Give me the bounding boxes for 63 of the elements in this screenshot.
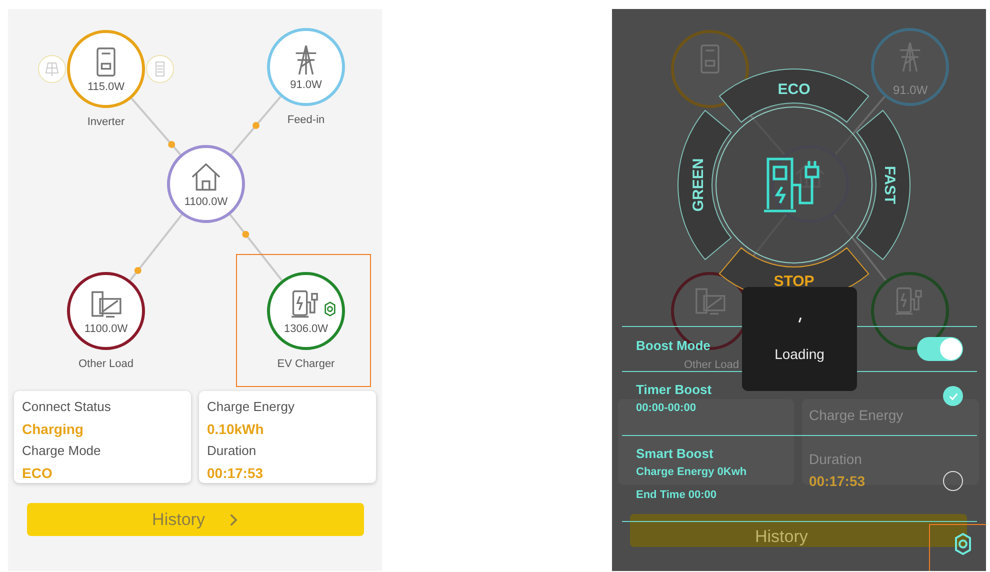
flow-dot xyxy=(134,267,142,274)
power-value: 1100.0W xyxy=(184,196,228,208)
history-button[interactable] xyxy=(630,514,967,547)
field-value: 0.10kWh xyxy=(207,420,265,439)
solar-panel-icon xyxy=(38,55,66,83)
ev-charger-icon xyxy=(896,288,922,314)
node-label: Feed-in xyxy=(286,114,326,126)
flow-dot xyxy=(252,122,260,129)
flow-dot xyxy=(168,140,176,148)
power-value: 1100.0W xyxy=(84,323,128,335)
field-value: 00:17:53 xyxy=(207,464,264,483)
field-value: 00:17:53 xyxy=(809,473,866,489)
flow-dot xyxy=(242,230,250,238)
inverter-icon xyxy=(702,45,718,73)
radio-button[interactable] xyxy=(943,471,963,491)
settings-icon[interactable] xyxy=(322,301,338,317)
check-circle[interactable] xyxy=(943,386,963,406)
loading-text: Loading xyxy=(774,346,824,362)
mode-segment[interactable]: GREEN xyxy=(678,110,732,260)
appliance-icon xyxy=(696,289,724,314)
power-value: 115.0W xyxy=(87,81,125,93)
power-value: 91.0W xyxy=(290,79,322,91)
node-label: EV Charger xyxy=(276,358,336,370)
field-label: Charge Mode xyxy=(22,442,102,460)
field-label: Duration xyxy=(207,442,258,460)
power-pylon-icon xyxy=(900,42,920,72)
field-label: Charge Energy xyxy=(809,407,904,423)
mode-segment[interactable]: FAST xyxy=(856,110,910,260)
power-value: 1306.0W xyxy=(284,323,328,335)
option-title: Smart Boost xyxy=(636,446,714,461)
flow-line xyxy=(834,96,886,155)
field-label: Duration xyxy=(809,451,862,467)
node-label: Other Load xyxy=(684,359,740,371)
node-label: Inverter xyxy=(86,116,126,128)
flow-line xyxy=(230,96,282,155)
battery-icon xyxy=(146,55,174,83)
power-value: 91.0W xyxy=(893,83,928,97)
field-label: Connect Status xyxy=(22,398,112,416)
ev-charger-icon xyxy=(762,158,820,212)
history-label: History xyxy=(755,527,808,547)
energy-node[interactable]: 91.0W xyxy=(267,28,345,106)
flow-line xyxy=(833,214,887,281)
option-title: Timer Boost xyxy=(636,382,712,397)
option-detail: 00:00-00:00 xyxy=(636,401,696,416)
chevron-right-icon xyxy=(228,512,238,526)
energy-node[interactable]: 1306.0W xyxy=(267,272,345,350)
spinner-icon xyxy=(796,316,804,324)
energy-node[interactable]: 115.0W xyxy=(67,30,145,108)
option-detail: Charge Energy 0Kwh xyxy=(636,465,747,480)
flow-line xyxy=(129,214,183,281)
mode-segment[interactable]: ECO xyxy=(718,68,870,123)
field-label: Charge Energy xyxy=(207,398,296,416)
flow-line xyxy=(229,214,283,281)
energy-node[interactable]: 1100.0W xyxy=(67,272,145,350)
field-value: Charging xyxy=(22,420,84,439)
boost-mode-label: Boost Mode xyxy=(636,338,710,352)
flow-line xyxy=(130,98,182,156)
option-detail: End Time 00:00 xyxy=(636,488,716,503)
field-value: ECO xyxy=(22,464,54,483)
toggle-switch[interactable] xyxy=(917,337,963,361)
node-label: Other Load xyxy=(77,358,135,370)
house-icon xyxy=(796,161,824,187)
energy-node[interactable]: 1100.0W xyxy=(167,145,245,223)
